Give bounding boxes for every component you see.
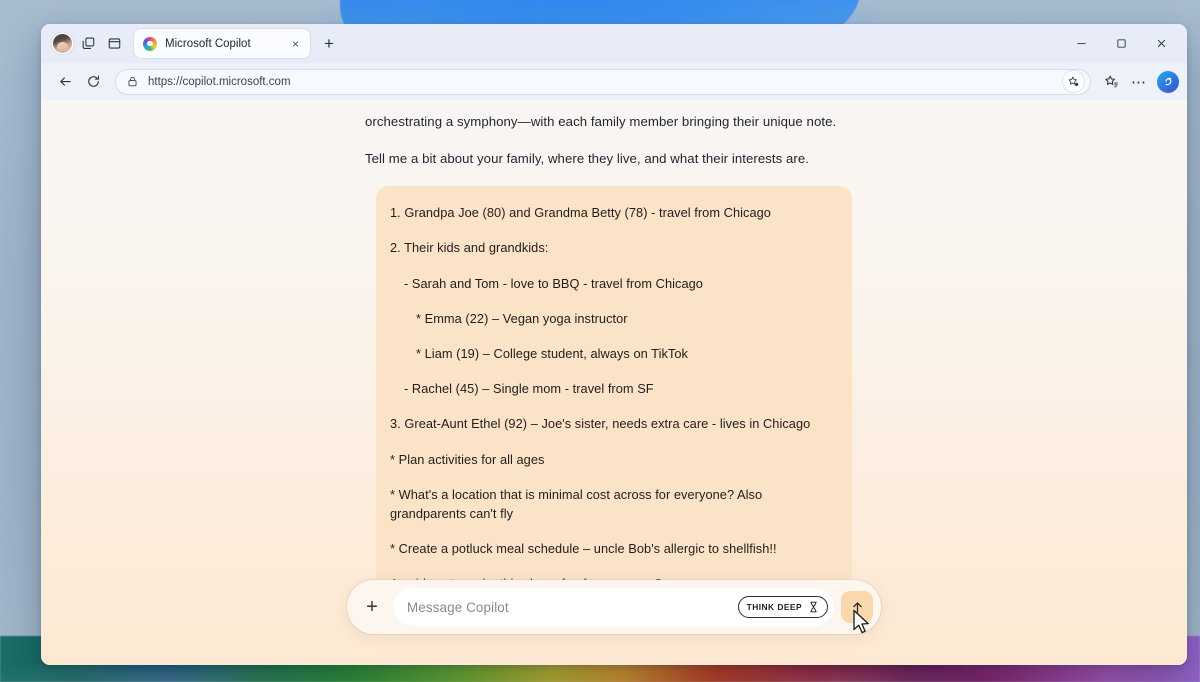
workspaces-icon[interactable] [75,31,101,57]
avatar [52,34,72,53]
tab-actions-icon[interactable] [101,31,127,57]
user-message-bubble: 1. Grandpa Joe (80) and Grandma Betty (7… [376,186,852,612]
send-message-button[interactable] [841,591,873,623]
message-composer: + Message Copilot THINK DEEP [347,580,881,634]
minimize-window-button[interactable] [1061,29,1101,59]
message-input[interactable]: Message Copilot THINK DEEP [393,588,834,626]
collections-icon[interactable] [1097,68,1125,96]
new-tab-button[interactable]: + [316,31,342,57]
tab-title: Microsoft Copilot [165,37,251,50]
bubble-line: * Emma (22) – Vegan yoga instructor [416,310,628,326]
hourglass-icon [810,601,817,613]
think-deep-label: THINK DEEP [746,601,802,612]
favorite-settings-icon[interactable] [1063,71,1084,92]
browser-tab[interactable]: Microsoft Copilot × [134,29,310,58]
maximize-window-button[interactable] [1101,29,1141,59]
bubble-line: * What's a location that is minimal cost… [390,486,763,521]
bubble-line: - Rachel (45) – Single mom - travel from… [404,381,654,397]
copilot-favicon-icon [143,36,157,51]
tab-strip: Microsoft Copilot × + [41,24,1187,63]
copilot-sidebar-icon[interactable] [1157,70,1179,93]
address-bar-url: https://copilot.microsoft.com [148,75,291,88]
address-bar-actions [1063,71,1084,92]
page-viewport: orchestrating a symphony—with each famil… [41,100,1187,665]
desktop-wallpaper: Microsoft Copilot × + https://copilot.mi… [0,0,1200,682]
navigation-bar: https://copilot.microsoft.com ⋯ [41,63,1187,100]
add-attachment-button[interactable]: + [357,592,387,622]
assistant-message: orchestrating a symphony—with each famil… [364,112,864,168]
bubble-line: 1. Grandpa Joe (80) and Grandma Betty (7… [390,205,771,221]
bubble-line: * Create a potluck meal schedule – uncle… [390,541,777,557]
bubble-line: 3. Great-Aunt Ethel (92) – Joe's sister,… [390,416,811,432]
profile-avatar-button[interactable] [49,31,75,57]
message-input-placeholder: Message Copilot [407,599,509,615]
back-icon[interactable] [51,68,79,96]
conversation-thread: orchestrating a symphony—with each famil… [41,100,1187,612]
close-window-button[interactable] [1141,29,1181,59]
arrow-up-icon [852,601,862,613]
assistant-paragraph: Tell me a bit about your family, where t… [365,151,810,167]
think-deep-toggle[interactable]: THINK DEEP [737,596,828,618]
bubble-line: 2. Their kids and grandkids: [390,240,549,256]
assistant-paragraph: orchestrating a symphony—with each famil… [365,114,837,129]
composer-container: + Message Copilot THINK DEEP [41,580,1187,634]
reload-icon[interactable] [79,68,107,96]
bubble-line: * Plan activities for all ages [390,451,545,467]
close-tab-icon[interactable]: × [287,35,304,52]
bubble-line: - Sarah and Tom - love to BBQ - travel f… [404,275,703,291]
bubble-line: * Liam (19) – College student, always on… [416,346,688,362]
site-security-lock-icon [128,76,137,87]
browser-window: Microsoft Copilot × + https://copilot.mi… [41,24,1187,665]
address-bar[interactable]: https://copilot.microsoft.com [115,68,1091,95]
browser-more-menu-icon[interactable]: ⋯ [1125,68,1153,96]
